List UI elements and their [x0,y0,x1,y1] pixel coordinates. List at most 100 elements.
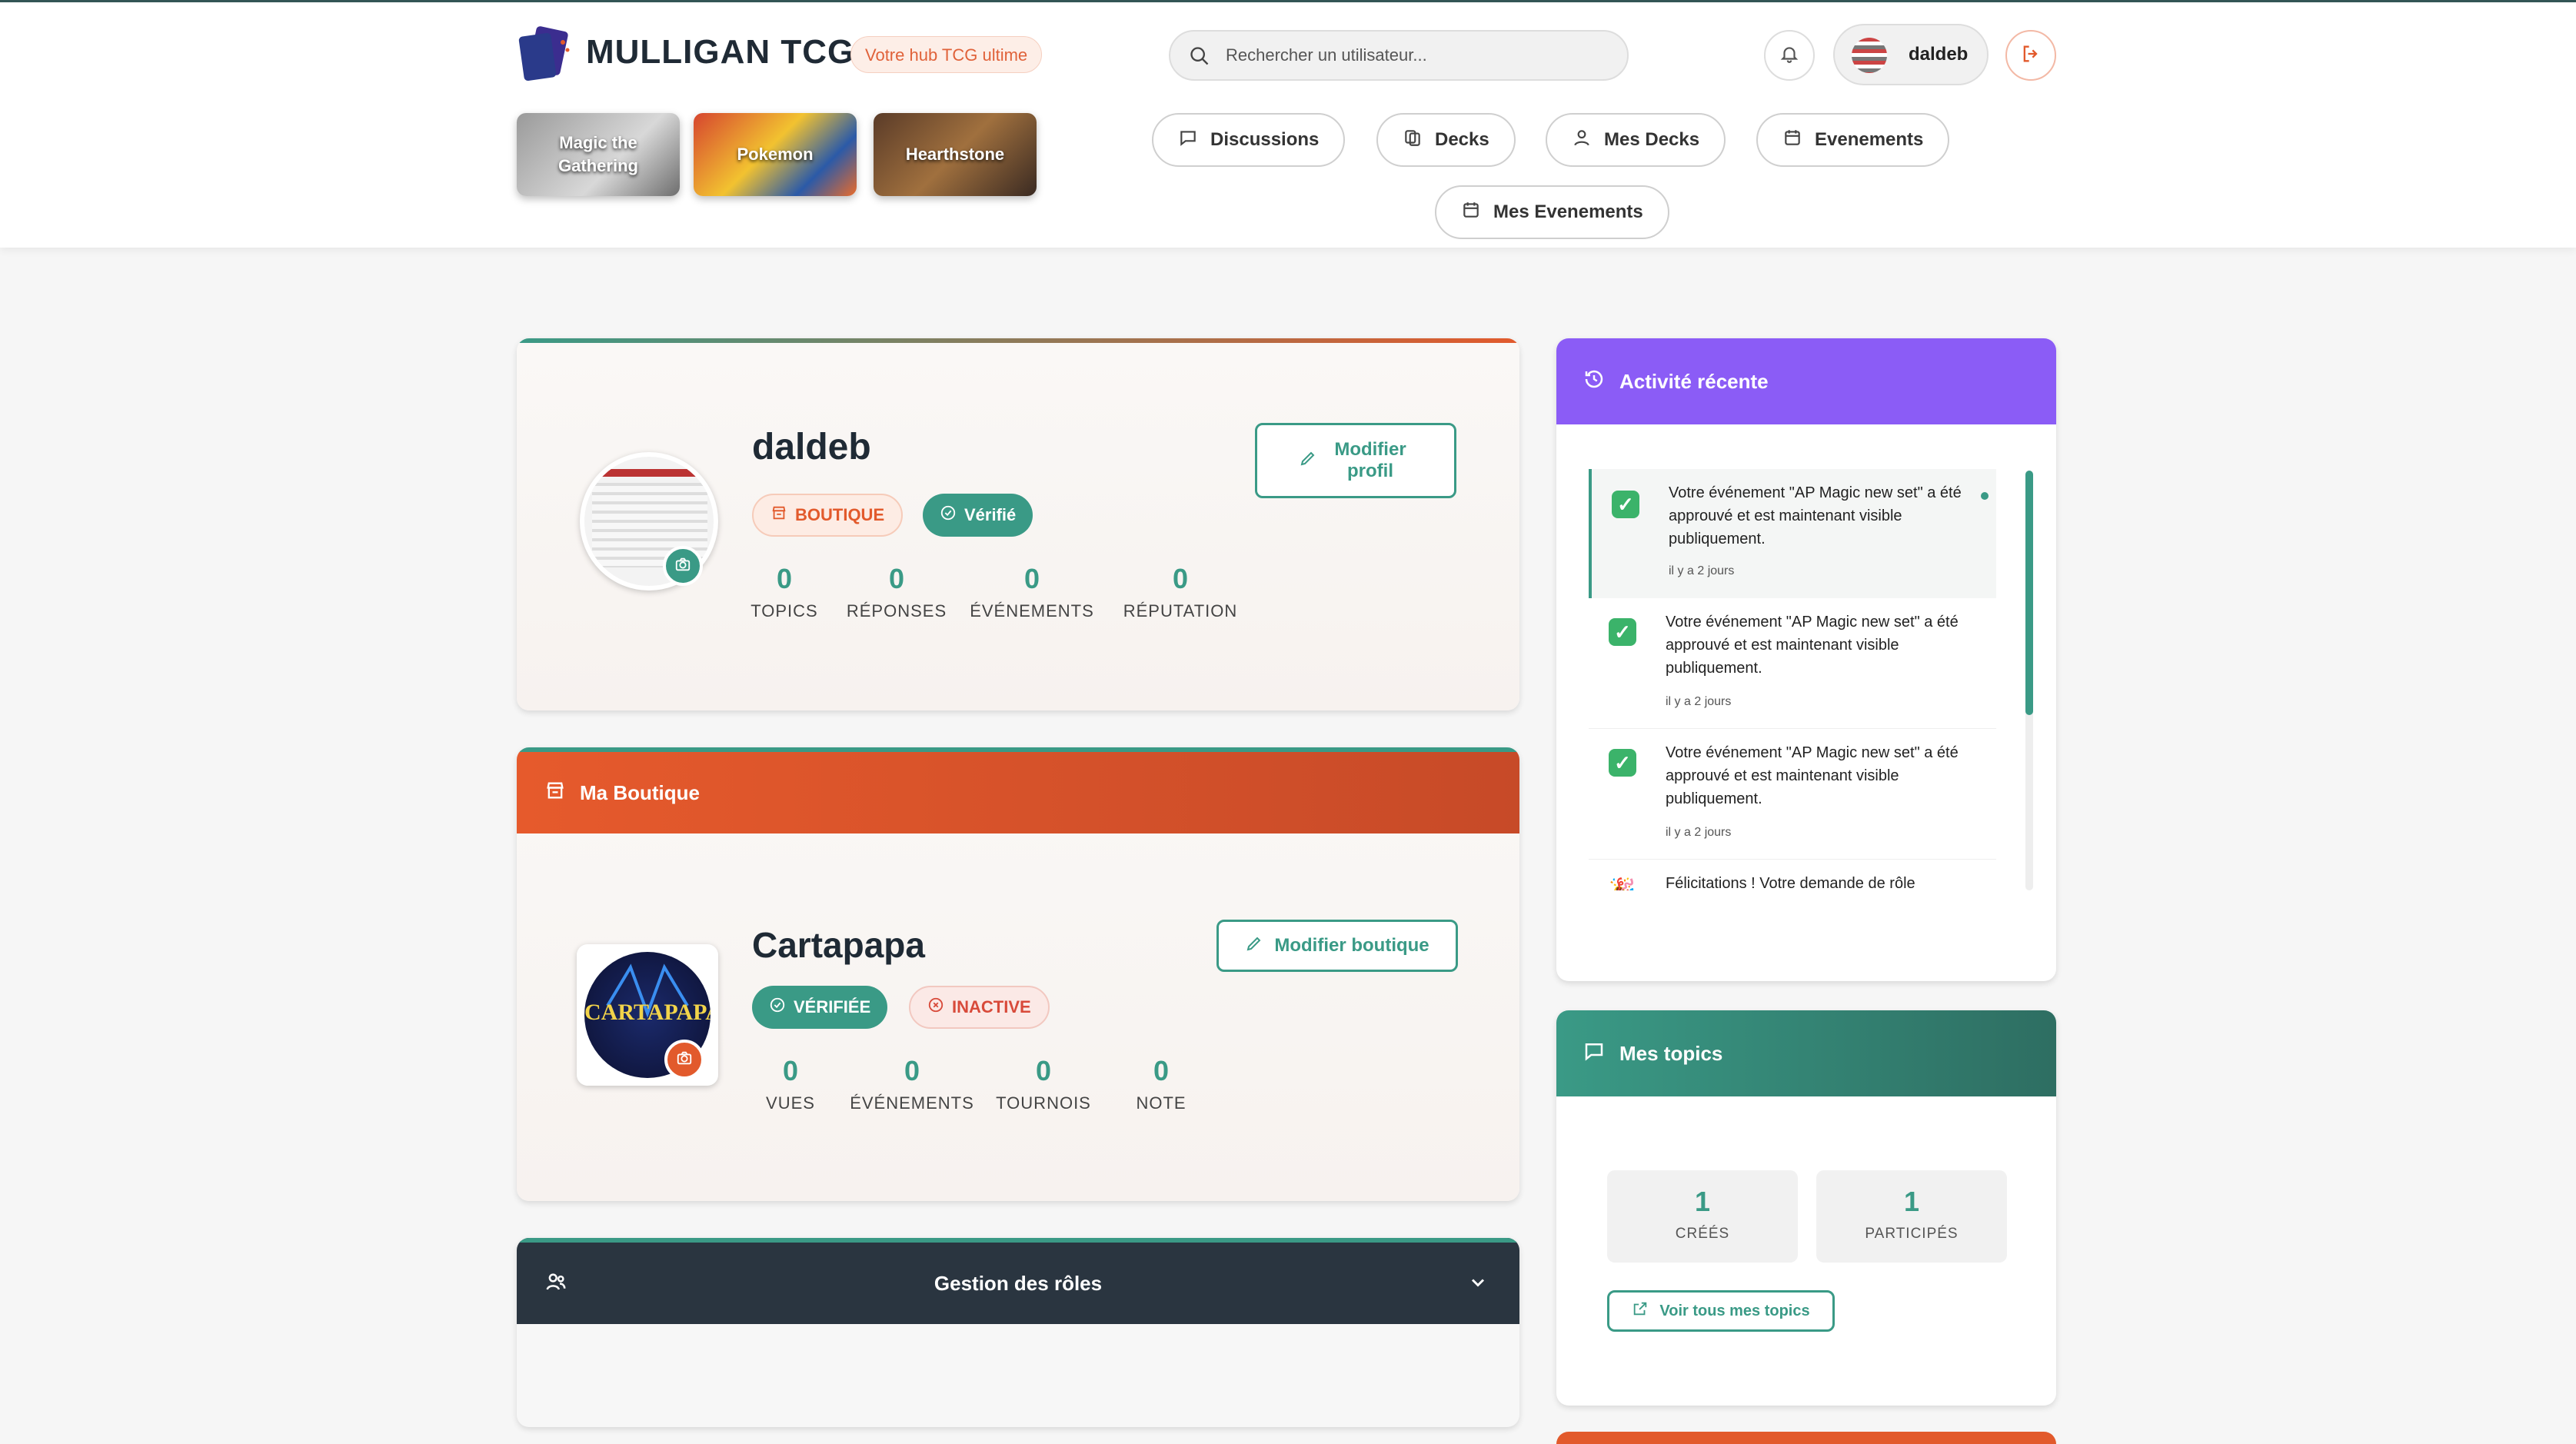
calendar-icon [1782,128,1802,153]
stat-shop-events-value: 0 [904,1055,920,1086]
x-circle-icon [927,996,944,1018]
nav-label: Mes Evenements [1493,201,1643,222]
stat-topics-value: 0 [776,563,793,594]
history-icon [1583,368,1606,396]
topics-created-label: CRÉÉS [1675,1226,1730,1242]
activity-text: Votre événement "AP Magic new set" a été… [1669,484,1962,547]
profile-card: daldeb BOUTIQUE Vérifié 0 TOPICS 0 RÉPON… [517,338,1519,710]
edit-profile-label: Modifier profil [1334,439,1406,481]
unread-dot [1981,492,1989,500]
pencil-icon [1299,449,1317,473]
search-input[interactable]: Rechercher un utilisateur... [1169,30,1629,81]
bell-icon [1779,44,1799,68]
activity-header: Activité récente [1556,338,2056,424]
activity-item[interactable]: ✓ Votre événement "AP Magic new set" a é… [1589,729,1996,860]
pencil-icon [1245,934,1263,958]
topics-title: Mes topics [1619,1041,1723,1065]
user-icon [1572,128,1592,153]
activity-list[interactable]: ✓ Votre événement "AP Magic new set" a é… [1556,469,2056,890]
activity-item[interactable]: 🎉 Félicitations ! Votre demande de rôle [1589,860,1996,890]
badge-inactive: INACTIVE [909,986,1050,1029]
badge-verified: Vérifié [923,494,1033,537]
top-header: MULLIGAN TCG Votre hub TCG ultime Magic … [0,0,2576,248]
chevron-down-icon[interactable] [1467,1272,1489,1299]
users-icon [544,1270,567,1299]
card-accent-bar [517,338,1519,343]
scrollbar-thumb[interactable] [2025,471,2033,715]
shop-icon [544,780,566,807]
topics-participated-label: PARTICIPÉS [1865,1226,1959,1242]
topics-participated-value: 1 [1903,1186,1920,1217]
game-tile-magic[interactable]: Magic the Gathering [517,113,680,196]
stat-topics-label: TOPICS [751,601,818,621]
edit-profile-button[interactable]: Modifier profil [1255,423,1456,498]
activity-item[interactable]: ✓ Votre événement "AP Magic new set" a é… [1589,598,1996,729]
shop-section-title: Ma Boutique [580,780,700,804]
stat-replies-label: RÉPONSES [846,601,947,621]
nav-decks[interactable]: Decks [1376,113,1516,167]
username-label: daldeb [1909,44,1969,65]
notifications-button[interactable] [1764,30,1815,81]
activity-item[interactable]: ✓ Votre événement "AP Magic new set" a é… [1589,469,1996,598]
stat-views-label: VUES [766,1093,815,1113]
cards-icon [1403,128,1423,153]
game-tile-hearthstone[interactable]: Hearthstone [874,113,1037,196]
stat-views-value: 0 [782,1055,799,1086]
nav-evenements[interactable]: Evenements [1756,113,1950,167]
nav-mes-evenements[interactable]: Mes Evenements [1435,185,1669,239]
nav-label: Mes Decks [1604,129,1700,150]
topics-header: Mes topics [1556,1010,2056,1096]
roles-card: Gestion des rôles [517,1238,1519,1427]
chat-icon [1178,128,1198,153]
chat-icon [1583,1040,1606,1068]
edit-shop-label: Modifier boutique [1274,935,1429,956]
badge-shop-verified: VÉRIFIÉE [752,986,888,1029]
nav-mes-decks[interactable]: Mes Decks [1546,113,1726,167]
stat-rating-label: NOTE [1136,1093,1186,1113]
nav-label: Decks [1435,129,1489,150]
change-avatar-button[interactable] [663,546,703,586]
search-placeholder: Rechercher un utilisateur... [1226,45,1427,65]
view-all-topics-label: Voir tous mes topics [1659,1302,1810,1319]
check-box-icon: ✓ [1609,618,1636,646]
logo-icon[interactable] [517,25,574,84]
view-all-topics-button[interactable]: Voir tous mes topics [1607,1290,1835,1332]
badge-label: Vérifié [964,505,1017,524]
shop-card: Ma Boutique CARTAPAPA Cartapapa VÉRIFIÉE… [517,747,1519,1201]
check-circle-icon [769,996,786,1018]
check-box-icon: ✓ [1612,491,1639,518]
activity-text: Votre événement "AP Magic new set" a été… [1666,614,1959,677]
logo-text[interactable]: MULLIGAN TCG [586,33,854,72]
nav-discussions[interactable]: Discussions [1152,113,1346,167]
roles-header[interactable]: Gestion des rôles [517,1238,1519,1324]
check-box-icon: ✓ [1609,749,1636,777]
topics-created-stat: 1 CRÉÉS [1607,1170,1798,1263]
stat-tournaments-label: TOURNOIS [996,1093,1091,1113]
calendar-icon [1461,200,1481,225]
stat-replies-value: 0 [888,563,905,594]
tagline-badge: Votre hub TCG ultime [850,36,1043,73]
topics-participated-stat: 1 PARTICIPÉS [1816,1170,2007,1263]
activity-time: il y a 2 jours [1666,826,1732,839]
logout-button[interactable] [2005,30,2056,81]
activity-scrollbar[interactable] [2025,471,2033,890]
activity-time: il y a 2 jours [1669,564,1735,577]
change-shop-logo-button[interactable] [664,1040,704,1080]
game-tile-pokemon[interactable]: Pokemon [694,113,857,196]
activity-card: Activité récente ✓ Votre événement "AP M… [1556,338,2056,981]
shop-icon [770,504,787,526]
shop-name: Cartapapa [752,925,925,965]
logout-icon [2020,43,2042,68]
shop-logo-text: CARTAPAPA [584,1000,711,1025]
stat-events-label: ÉVÉNEMENTS [970,601,1094,621]
topics-created-value: 1 [1694,1186,1711,1217]
badge-label: BOUTIQUE [795,505,885,524]
badge-boutique: BOUTIQUE [752,494,904,537]
edit-shop-button[interactable]: Modifier boutique [1216,920,1458,972]
activity-text: Votre événement "AP Magic new set" a été… [1666,744,1959,807]
stat-reputation-value: 0 [1172,563,1189,594]
camera-icon [674,556,691,577]
party-icon: 🎉 [1609,877,1636,890]
stat-tournaments-value: 0 [1035,1055,1052,1086]
user-menu-button[interactable]: daldeb [1833,24,1989,85]
